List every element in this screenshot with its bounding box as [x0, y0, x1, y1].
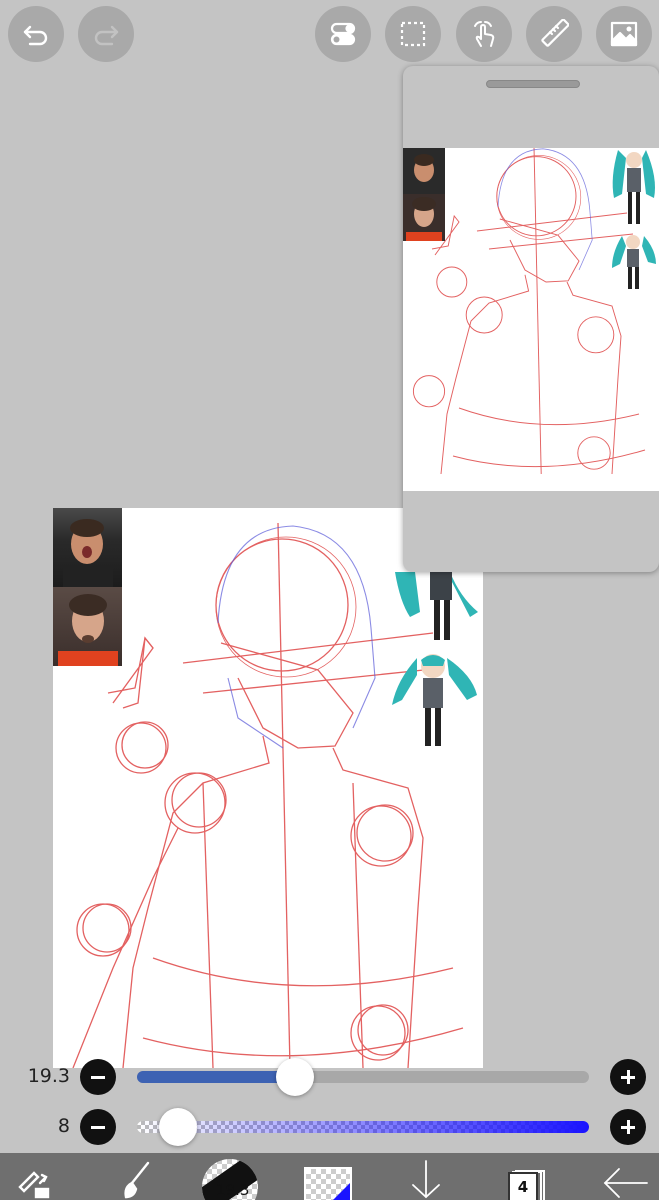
opacity-track[interactable] [137, 1121, 589, 1133]
gesture-button[interactable] [456, 6, 512, 62]
back-button[interactable] [598, 1157, 654, 1200]
navigator-preview[interactable] [403, 148, 659, 491]
pen-swap-icon [18, 1171, 50, 1199]
selection-icon [400, 21, 426, 47]
minus-icon [91, 1125, 105, 1129]
brush-size-fill [137, 1071, 296, 1083]
brush-size-slider-row: 19.3 [0, 1057, 659, 1097]
color-swatch-icon [304, 1167, 352, 1200]
brush-size-badge: 19.3 [216, 1181, 250, 1199]
brush-icon [124, 1161, 150, 1199]
brush-size-increase-button[interactable] [610, 1059, 646, 1095]
opacity-decrease-button[interactable] [80, 1109, 116, 1145]
reference-photo-2 [53, 587, 122, 666]
brush-tool-button[interactable] [110, 1157, 166, 1200]
arrow-left-icon [603, 1168, 648, 1198]
bottom-toolbar: 19.3 4 [0, 1153, 659, 1200]
ruler-button[interactable] [526, 6, 582, 62]
undo-icon [23, 25, 48, 46]
toggle-button[interactable] [315, 6, 371, 62]
opacity-slider-row: 8 [0, 1107, 659, 1147]
toggle-icon [330, 22, 356, 46]
opacity-value: 8 [57, 1115, 70, 1137]
brush-size-value: 19.3 [27, 1065, 70, 1087]
reference-photo-1 [53, 508, 122, 587]
tool-switch-button[interactable] [8, 1157, 64, 1200]
reference-character-1 [390, 572, 482, 647]
navigator-character-2 [608, 232, 659, 292]
minus-icon [91, 1075, 105, 1079]
navigator-drag-handle[interactable] [486, 80, 580, 88]
navigator-photo-2 [403, 194, 445, 241]
brush-settings-button[interactable]: 19.3 [202, 1157, 258, 1200]
redo-icon [94, 25, 119, 46]
ruler-icon [541, 19, 569, 47]
navigator-character-1 [608, 148, 659, 228]
color-button[interactable] [300, 1157, 356, 1200]
brush-preview-icon: 19.3 [202, 1159, 258, 1200]
reference-character-2 [387, 650, 481, 750]
layer-count: 4 [508, 1172, 538, 1200]
brush-size-track[interactable] [137, 1071, 589, 1083]
image-icon [610, 21, 638, 47]
navigator-photo-1 [403, 148, 445, 194]
brush-size-decrease-button[interactable] [80, 1059, 116, 1095]
navigator-panel[interactable] [403, 66, 659, 572]
layers-button[interactable]: 4 [498, 1157, 554, 1200]
brush-size-thumb[interactable] [276, 1058, 315, 1096]
reference-image-button[interactable] [596, 6, 652, 62]
layers-icon: 4 [504, 1157, 548, 1200]
gesture-icon [474, 21, 495, 47]
down-button[interactable] [398, 1157, 454, 1200]
opacity-increase-button[interactable] [610, 1109, 646, 1145]
opacity-thumb[interactable] [158, 1108, 197, 1146]
arrow-down-icon [412, 1160, 440, 1199]
undo-button[interactable] [8, 6, 64, 62]
redo-button[interactable] [78, 6, 134, 62]
selection-button[interactable] [385, 6, 441, 62]
